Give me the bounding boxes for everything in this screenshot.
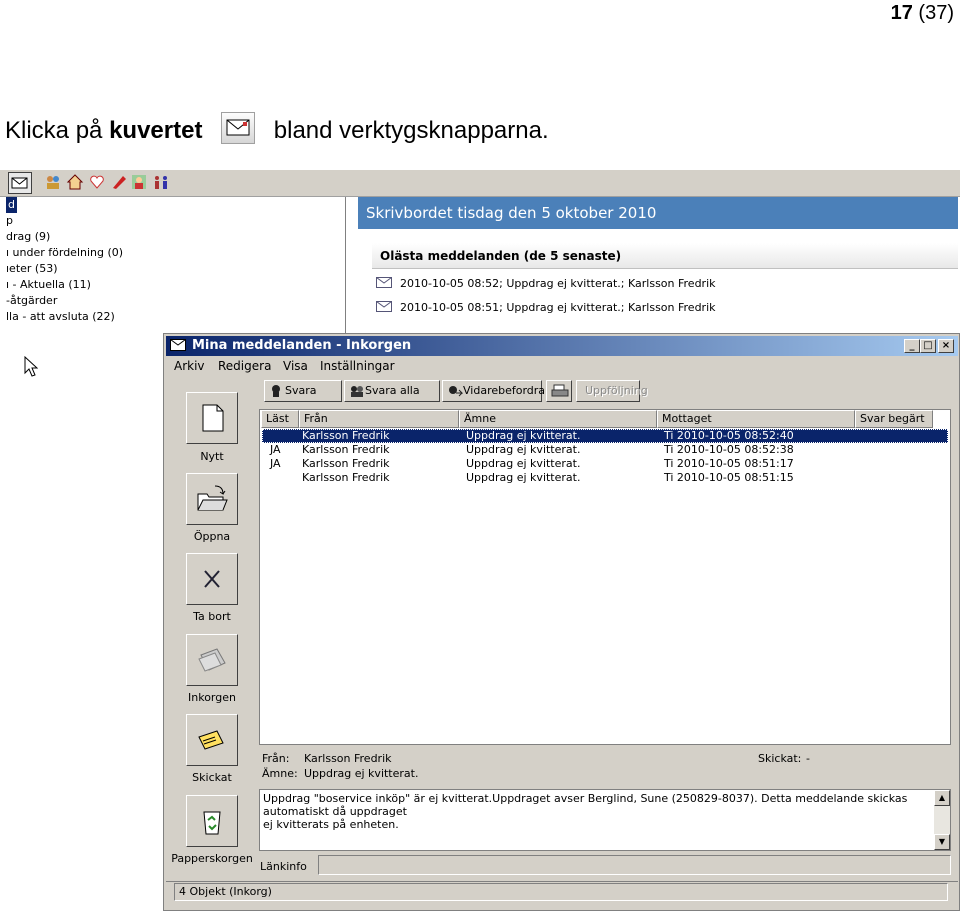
tree-item[interactable]: p xyxy=(0,213,345,229)
maximize-button[interactable]: □ xyxy=(920,339,936,353)
folder-panel: Nytt Öppna Ta bort Inkorgen Skickat Papp… xyxy=(168,380,256,876)
new-message-button[interactable] xyxy=(186,392,238,444)
column-header-from[interactable]: Från xyxy=(299,410,459,428)
background-toolbar xyxy=(0,170,960,377)
unread-message-item[interactable]: 2010-10-05 08:52; Uppdrag ej kvitterat.;… xyxy=(376,277,716,290)
followup-button[interactable]: Uppföljning xyxy=(576,380,648,402)
new-document-icon xyxy=(202,404,224,432)
action-toolbar: Svara Svara alla Vidarebefordra Uppföljn… xyxy=(260,377,958,407)
reply-icon xyxy=(272,385,280,397)
open-label: Öppna xyxy=(193,530,231,543)
mail-icon xyxy=(376,277,392,288)
tree-item[interactable]: lla - att avsluta (22) xyxy=(0,309,345,325)
people-icon[interactable] xyxy=(44,173,62,191)
link-info-label: Länkinfo xyxy=(260,860,307,873)
window-title: Mina meddelanden - Inkorgen xyxy=(192,338,412,353)
inbox-label: Inkorgen xyxy=(188,691,236,704)
mouse-cursor-icon xyxy=(24,356,38,377)
preview-subject-label: Ämne: xyxy=(262,767,298,780)
tree-item[interactable]: -åtgärder xyxy=(0,293,345,309)
delete-icon xyxy=(204,570,220,588)
inbox-button[interactable] xyxy=(186,634,238,686)
tree-item[interactable]: ıeter (53) xyxy=(0,261,345,277)
instruction-bold: kuvertet xyxy=(109,117,203,144)
preview-sent-value: - xyxy=(806,752,810,765)
vertical-scrollbar[interactable]: ▲ ▼ xyxy=(934,790,950,850)
preview-sent-label: Skickat: xyxy=(758,752,802,765)
page-total: 37 xyxy=(925,2,948,24)
tree-item[interactable]: d xyxy=(0,197,345,213)
menu-bar: Arkiv Redigera Visa Inställningar xyxy=(166,357,958,375)
message-body-line: ej kvitterats på enheten. xyxy=(263,818,399,831)
link-info-field[interactable] xyxy=(318,855,951,875)
menu-redigera[interactable]: Redigera xyxy=(218,359,271,373)
heart-icon[interactable] xyxy=(88,173,106,191)
envelope-button-icon xyxy=(221,112,256,144)
open-folder-icon xyxy=(197,485,228,511)
recycle-bin-icon xyxy=(203,811,221,835)
tree-item[interactable]: drag (9) xyxy=(0,229,345,245)
navigation-tree: d p drag (9) ı under fördelning (0) ıete… xyxy=(0,197,346,337)
status-text: 4 Objekt (Inkorg) xyxy=(174,883,948,901)
instruction-suffix: bland verktygsknapparna. xyxy=(273,117,549,144)
mail-icon xyxy=(376,301,392,312)
column-header-read[interactable]: Läst xyxy=(261,410,299,428)
trash-label: Papperskorgen xyxy=(171,852,253,865)
sent-icon xyxy=(198,730,224,750)
page-number: 17 (37) xyxy=(891,2,954,25)
envelope-icon[interactable] xyxy=(8,172,32,194)
mail-icon xyxy=(170,339,186,351)
open-button[interactable] xyxy=(186,473,238,525)
page-total-close: ) xyxy=(947,2,954,24)
printer-icon xyxy=(551,384,569,397)
delete-button[interactable] xyxy=(186,553,238,605)
menu-arkiv[interactable]: Arkiv xyxy=(174,359,205,373)
sent-button[interactable] xyxy=(186,714,238,766)
unread-message-item[interactable]: 2010-10-05 08:51; Uppdrag ej kvitterat.;… xyxy=(376,301,716,314)
close-button[interactable]: × xyxy=(938,339,954,353)
column-header-reply-requested[interactable]: Svar begärt xyxy=(855,410,933,428)
table-row[interactable]: JA Karlsson Fredrik Uppdrag ej kvitterat… xyxy=(262,457,948,471)
scroll-down-icon[interactable]: ▼ xyxy=(934,834,950,850)
message-list: Läst Från Ämne Mottaget Svar begärt Karl… xyxy=(259,409,951,745)
tree-item[interactable]: ı - Aktuella (11) xyxy=(0,277,345,293)
preview-from-value: Karlsson Fredrik xyxy=(304,752,392,765)
menu-visa[interactable]: Visa xyxy=(283,359,308,373)
tree-item[interactable]: ı under fördelning (0) xyxy=(0,245,345,261)
column-header-subject[interactable]: Ämne xyxy=(459,410,657,428)
reply-all-button[interactable]: Svara alla xyxy=(344,380,440,402)
forward-button[interactable]: Vidarebefordra xyxy=(442,380,545,402)
menu-installningar[interactable]: Inställningar xyxy=(320,359,395,373)
inbox-icon xyxy=(198,648,226,672)
desk-header: Skrivbordet tisdag den 5 oktober 2010 xyxy=(358,197,958,229)
person-icon[interactable] xyxy=(130,173,148,191)
reply-all-icon xyxy=(351,386,363,397)
unread-messages-title: Olästa meddelanden (de 5 senaste) xyxy=(372,243,958,269)
message-body[interactable]: Uppdrag "boservice inköp" är ej kvittera… xyxy=(259,789,951,851)
instruction-prefix: Klicka på xyxy=(5,117,103,144)
table-row[interactable]: Karlsson Fredrik Uppdrag ej kvitterat. T… xyxy=(262,429,948,443)
reply-button[interactable]: Svara xyxy=(264,380,342,402)
instruction: Klicka på kuvertet bland verktygsknappar… xyxy=(5,112,549,145)
sent-label: Skickat xyxy=(192,771,232,784)
house-icon[interactable] xyxy=(66,173,84,191)
scroll-up-icon[interactable]: ▲ xyxy=(934,790,950,806)
column-header-received[interactable]: Mottaget xyxy=(657,410,855,428)
page-current: 17 xyxy=(890,2,913,24)
table-row[interactable]: JA Karlsson Fredrik Uppdrag ej kvitterat… xyxy=(262,443,948,457)
new-label: Nytt xyxy=(200,450,224,463)
minimize-button[interactable]: _ xyxy=(904,339,920,353)
preview-from-label: Från: xyxy=(262,752,290,765)
print-button[interactable] xyxy=(546,380,572,402)
forward-icon xyxy=(449,386,463,397)
pen-icon[interactable] xyxy=(110,173,128,191)
table-row[interactable]: Karlsson Fredrik Uppdrag ej kvitterat. T… xyxy=(262,471,948,485)
users-icon[interactable] xyxy=(152,173,170,191)
message-body-line: Uppdrag "boservice inköp" är ej kvittera… xyxy=(263,792,908,818)
trash-button[interactable] xyxy=(186,795,238,847)
window-titlebar[interactable]: Mina meddelanden - Inkorgen _ □ × xyxy=(166,336,958,356)
delete-label: Ta bort xyxy=(193,610,231,623)
preview-subject-value: Uppdrag ej kvitterat. xyxy=(304,767,419,780)
